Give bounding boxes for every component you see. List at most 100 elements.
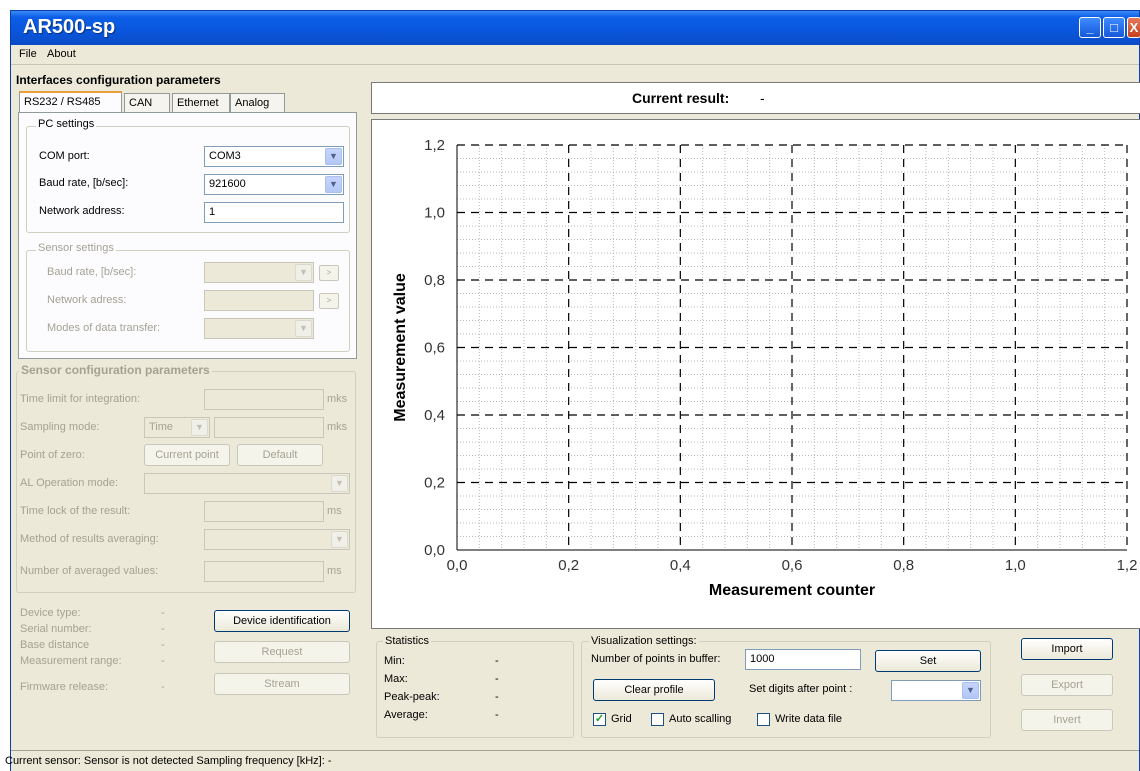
chevron-down-icon[interactable]: ▼ [325,148,342,165]
measurement-chart: 0,0 0,2 0,4 0,6 0,8 1,0 1,2 0,0 0,2 0,4 0,6 0,8 1,0 1… [392,137,1138,599]
menu-file[interactable]: File [19,48,37,60]
x-tick-label: 1,2 [1117,557,1138,574]
time-limit-input [204,389,324,410]
sampling-mode-select: Time ▼ [144,417,210,438]
sensor-baud-label: Baud rate, [b/sec]: [47,266,137,278]
current-result-box: Current result: - [371,82,1140,114]
sampling-unit: mks [327,421,348,433]
sampling-value-input [214,417,324,438]
status-text: Current sensor: Sensor is not detected S… [5,755,332,767]
x-axis-label: Measurement counter [709,582,875,599]
x-tick-label: 0,0 [447,557,468,574]
chevron-down-icon: ▼ [331,531,348,548]
sensor-baud-apply-button: > [319,265,339,281]
com-port-select[interactable]: COM3 ▼ [204,146,344,167]
device-type-label: Device type: [20,607,81,619]
stat-min-label: Min: [384,655,405,667]
maximize-button[interactable]: □ [1103,17,1125,38]
stat-peak-value: - [495,691,499,703]
averaging-method-label: Method of results averaging: [20,533,159,545]
statistics-group [376,641,574,738]
export-button: Export [1021,674,1113,696]
x-tick-label: 0,2 [558,557,579,574]
y-tick-label: 0,8 [424,272,445,289]
device-identification-button[interactable]: Device identification [214,610,350,632]
minimize-button[interactable]: _ [1079,17,1101,38]
time-lock-label: Time lock of the result: [20,505,131,517]
x-tick-label: 0,4 [670,557,691,574]
y-tick-label: 1,2 [424,137,445,154]
stat-peak-label: Peak-peak: [384,691,440,703]
sensor-settings-title: Sensor settings [36,242,116,254]
menu-bar: File About [11,45,1139,65]
time-limit-unit: mks [327,393,348,405]
window-title: AR500-sp [23,16,116,38]
chevron-down-icon: ▼ [191,419,208,436]
main-window: AR500-sp _ □ X File About Interfaces con… [5,10,1140,771]
network-address-input[interactable]: 1 [204,202,344,223]
stat-average-value: - [495,709,499,721]
firmware-label: Firmware release: [20,681,109,693]
tab-can[interactable]: CAN [124,93,170,113]
averaged-values-unit: ms [327,565,342,577]
stat-max-label: Max: [384,673,408,685]
sampling-mode-label: Sampling mode: [20,421,100,433]
data-modes-label: Modes of data transfer: [47,322,161,334]
write-data-file-checkbox[interactable] [757,713,770,726]
digits-after-point-select[interactable]: ▼ [891,680,981,701]
point-of-zero-label: Point of zero: [20,449,85,461]
sensor-address-label: Network adress: [47,294,127,306]
al-mode-select: ▼ [144,473,350,494]
set-button[interactable]: Set [875,650,981,672]
x-tick-label: 1,0 [1005,557,1026,574]
baud-rate-label: Baud rate, [b/sec]: [39,177,129,189]
time-lock-input [204,501,324,522]
com-port-label: COM port: [39,150,90,162]
sensor-baud-select: ▼ [204,262,314,283]
invert-button: Invert [1021,709,1113,731]
sampling-mode-value: Time [149,421,174,433]
averaged-values-input [204,561,324,582]
x-tick-label: 0,6 [782,557,803,574]
close-button[interactable]: X [1127,17,1140,38]
measurement-range-label: Measurement range: [20,655,122,667]
write-data-file-label: Write data file [775,713,843,725]
y-tick-label: 0,2 [424,475,445,492]
base-distance-value: - [161,639,165,651]
default-button: Default [237,444,323,466]
time-limit-label: Time limit for integration: [20,393,141,405]
points-buffer-input[interactable]: 1000 [745,649,861,670]
tab-ethernet[interactable]: Ethernet [172,93,230,113]
chevron-down-icon: ▼ [331,475,348,492]
chevron-down-icon: ▼ [295,320,312,337]
baud-rate-select[interactable]: 921600 ▼ [204,174,344,195]
digits-after-point-label: Set digits after point : [749,683,853,695]
tab-rs232[interactable]: RS232 / RS485 [19,91,122,113]
stat-average-label: Average: [384,709,428,721]
grid-checkbox[interactable]: ✓ [593,713,606,726]
base-distance-label: Base distance [20,639,90,651]
averaged-values-label: Number of averaged values: [20,565,159,577]
statistics-title: Statistics [383,635,432,647]
current-result-label: Current result: [632,90,730,106]
grid-checkbox-label: Grid [611,713,632,725]
y-axis-label: Measurement value [392,273,409,422]
tab-analog[interactable]: Analog [230,93,285,113]
import-button[interactable]: Import [1021,638,1113,660]
chevron-down-icon[interactable]: ▼ [962,682,979,699]
network-address-label: Network address: [39,205,125,217]
averaging-method-select: ▼ [204,529,350,550]
stat-min-value: - [495,655,499,667]
clear-profile-button[interactable]: Clear profile [593,679,715,701]
measurement-range-value: - [161,655,165,667]
menu-about[interactable]: About [47,48,76,60]
stream-button: Stream [214,673,350,695]
y-tick-label: 0,6 [424,340,445,357]
y-tick-label: 0,0 [424,542,445,559]
visualization-title: Visualization settings: [589,635,699,647]
auto-scaling-label: Auto scalling [669,713,732,725]
serial-number-value: - [161,623,165,635]
auto-scaling-checkbox[interactable] [651,713,664,726]
points-buffer-label: Number of points in buffer: [591,653,721,665]
chevron-down-icon[interactable]: ▼ [325,176,342,193]
